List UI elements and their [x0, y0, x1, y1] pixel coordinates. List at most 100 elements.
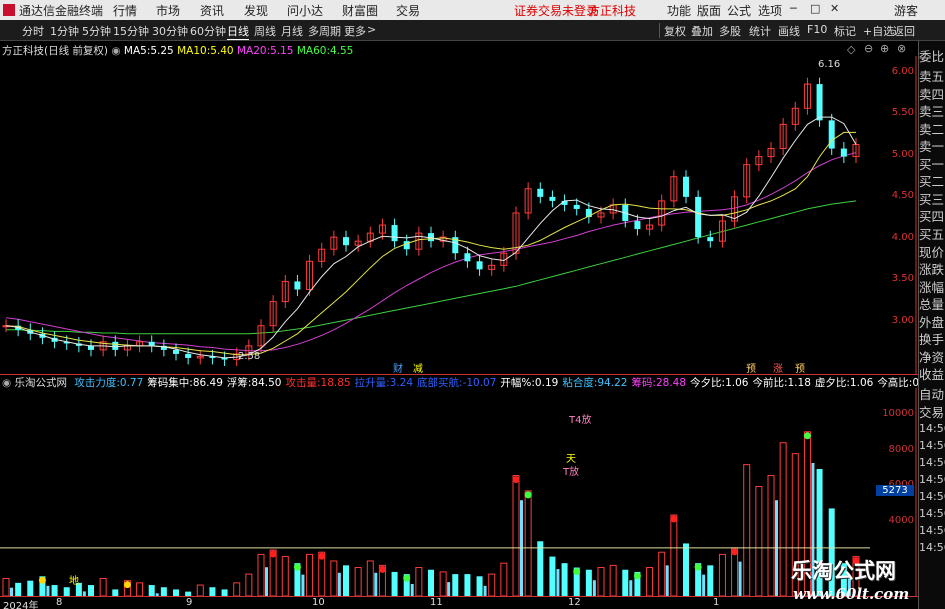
volume-bar [233, 582, 241, 596]
volume-sub-bar [629, 580, 633, 596]
signal-dot [123, 581, 131, 589]
btn-duogu[interactable]: 多股 [719, 23, 741, 39]
signal-dot [803, 432, 811, 440]
period-5min[interactable]: 5分钟 [82, 23, 111, 39]
panel-buy5[interactable]: 买五 [919, 224, 945, 243]
menu-xuanxiang[interactable]: 选项 [758, 2, 782, 19]
menu-faxian[interactable]: 发现 [244, 2, 268, 19]
panel-change[interactable]: 涨跌 [919, 259, 945, 278]
annotation-tfang: T放 [563, 467, 580, 478]
volume-bar [622, 569, 629, 596]
panel-weibi[interactable]: 委比 [919, 46, 945, 65]
period-30min[interactable]: 30分钟 [152, 23, 188, 39]
price-tick-550: 5.50 [891, 107, 914, 118]
candle-body [816, 84, 823, 121]
event-marker-yu2[interactable]: 预 [795, 360, 805, 375]
panel-sell5[interactable]: 卖五 [919, 66, 945, 85]
menu-gongneng[interactable]: 功能 [667, 2, 691, 19]
panel-time-6: 14:56 [919, 524, 945, 537]
volume-bar [464, 574, 471, 596]
candle-body [828, 120, 835, 149]
panel-volume[interactable]: 总量 [919, 294, 945, 313]
panel-auto[interactable]: 自动 [919, 384, 945, 403]
btn-tongji[interactable]: 统计 [749, 23, 771, 39]
period-60min[interactable]: 60分钟 [190, 23, 226, 39]
volume-sub-bar [483, 585, 487, 596]
period-day[interactable]: 日线 [227, 23, 249, 40]
btn-zixuan[interactable]: +自选 [863, 23, 894, 39]
period-multi[interactable]: 多周期 [308, 23, 341, 39]
user-label[interactable]: 游客 [894, 2, 918, 19]
zoom-in-icon[interactable]: ⊕ [880, 42, 889, 55]
btn-diejia[interactable]: 叠加 [691, 23, 713, 39]
panel-earnings[interactable]: 收益 [919, 364, 945, 383]
menu-wenxiaoda[interactable]: 问小达 [287, 2, 323, 19]
period-month[interactable]: 月线 [281, 23, 303, 39]
panel-buy2[interactable]: 买二 [919, 171, 945, 190]
time-label-jan: 1 [713, 597, 720, 608]
price-chart[interactable] [0, 56, 918, 374]
volume-bar [148, 585, 155, 596]
price-tick-300: 3.00 [891, 315, 914, 326]
volume-bar [51, 585, 58, 596]
menu-gongshi[interactable]: 公式 [727, 2, 751, 19]
candle-body [840, 148, 847, 157]
volume-bar [597, 567, 605, 596]
btn-biaoji[interactable]: 标记 [834, 23, 856, 39]
volume-sub-bar [337, 572, 341, 596]
maximize-icon[interactable]: □ [810, 2, 820, 15]
period-15min[interactable]: 15分钟 [113, 23, 149, 39]
candle-body [403, 241, 410, 250]
period-week[interactable]: 周线 [254, 23, 276, 39]
event-marker-yu[interactable]: 预 [746, 360, 756, 375]
panel-sell3[interactable]: 卖三 [919, 101, 945, 120]
login-notice[interactable]: 证券交易未登录 [514, 2, 598, 19]
panel-sell1[interactable]: 卖一 [919, 136, 945, 155]
period-1min[interactable]: 1分钟 [50, 23, 79, 39]
panel-close-icon[interactable]: ⊗ [897, 42, 906, 55]
diamond-icon[interactable]: ◇ [847, 43, 855, 56]
panel-trade[interactable]: 交易 [919, 402, 945, 421]
candle-body [476, 261, 483, 270]
volume-bar [27, 580, 34, 596]
menu-zixun[interactable]: 资讯 [200, 2, 224, 19]
candle-body [185, 353, 192, 358]
zoom-out-icon[interactable]: ⊖ [864, 42, 873, 55]
volume-bar [524, 490, 532, 596]
btn-fanhui[interactable]: 返回 [893, 23, 915, 39]
time-label-aug: 8 [56, 597, 63, 608]
menu-shichang[interactable]: 市场 [156, 2, 180, 19]
candle-body [112, 341, 119, 350]
watermark-url: www.60lt.com [793, 585, 910, 603]
event-marker-jian[interactable]: 减 [413, 360, 423, 375]
price-tick-500: 5.00 [891, 149, 914, 160]
period-more[interactable]: 更多 [344, 23, 366, 39]
menu-caifuquan[interactable]: 财富圈 [342, 2, 378, 19]
panel-turnover[interactable]: 换手 [919, 329, 945, 348]
close-icon[interactable]: ✕ [830, 2, 839, 15]
period-fenshi[interactable]: 分时 [22, 23, 44, 39]
candle-body [391, 225, 398, 242]
period-more-chevron-icon[interactable]: > [367, 23, 376, 36]
menu-banmian[interactable]: 版面 [697, 2, 721, 19]
event-marker-zhang[interactable]: 涨 [773, 360, 783, 375]
btn-huaxian[interactable]: 画线 [778, 23, 800, 39]
volume-bar [428, 569, 434, 596]
btn-f10[interactable]: F10 [807, 23, 827, 36]
panel-buy4[interactable]: 买四 [919, 206, 945, 225]
ma5-line [5, 116, 857, 359]
event-marker-cai[interactable]: 财 [393, 360, 403, 375]
menu-hangqing[interactable]: 行情 [113, 2, 137, 19]
menu-jiaoyi[interactable]: 交易 [396, 2, 420, 19]
volume-sub-bar [592, 580, 596, 596]
time-label-sep: 9 [186, 597, 193, 608]
quote-side-panel: 委比 卖五 卖四 卖三 卖二 卖一 买一 买二 买三 买四 买五 现价 涨跌 涨… [918, 41, 945, 609]
volume-bar [160, 587, 167, 596]
volume-sub-bar [46, 585, 50, 596]
volume-bar [646, 567, 654, 596]
btn-fuquan[interactable]: 复权 [664, 23, 686, 39]
minimize-icon[interactable]: ─ [790, 2, 797, 15]
time-label-nov: 11 [430, 597, 443, 608]
annotation-di: 地 [69, 576, 79, 587]
ma5-line-path [5, 116, 857, 359]
